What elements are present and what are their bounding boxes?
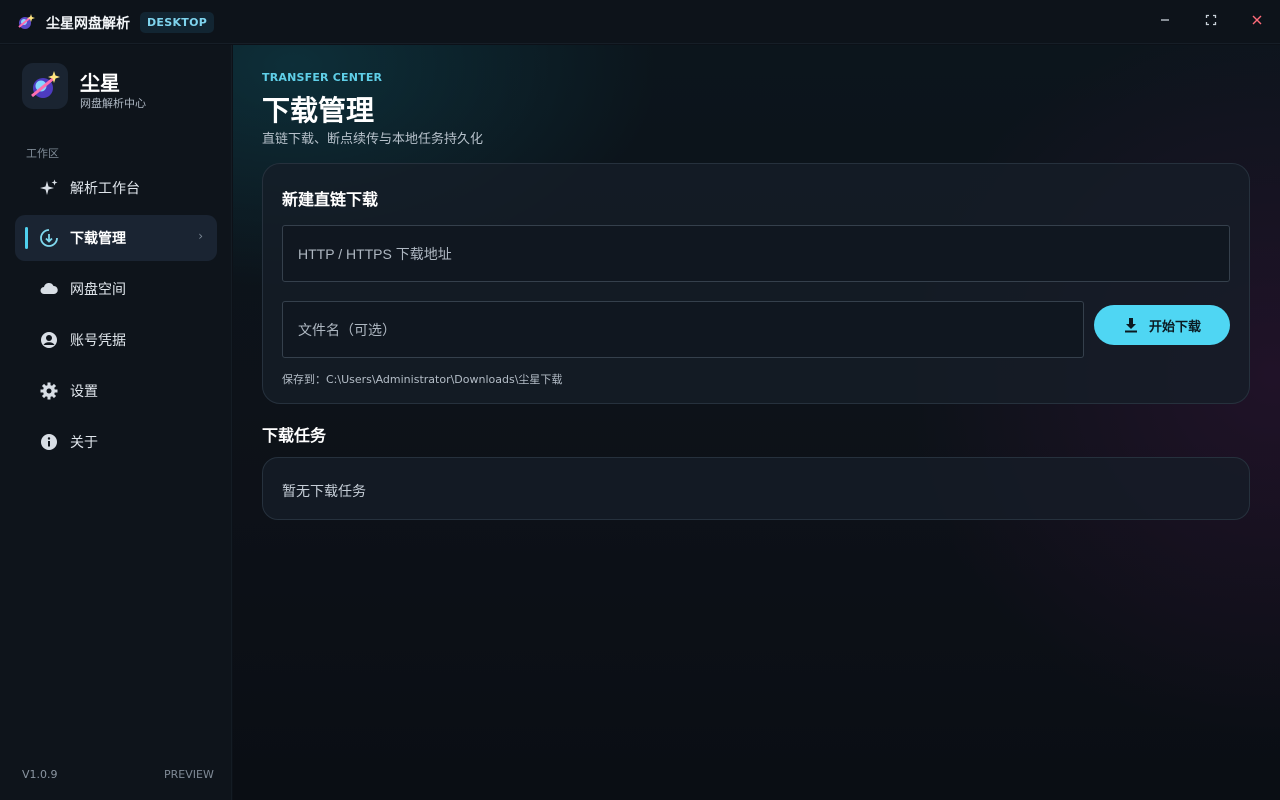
active-indicator xyxy=(25,227,28,249)
sidebar: 尘星 网盘解析中心 工作区 解析工作台 下载管理 › 网盘空间 账号凭据 设置 … xyxy=(0,45,232,800)
sidebar-item-cloud-space[interactable]: 网盘空间 xyxy=(15,266,217,312)
download-circle-icon xyxy=(39,228,59,248)
download-icon xyxy=(1124,318,1137,333)
maximize-icon xyxy=(1205,14,1217,26)
download-tasks-list: 暂无下载任务 xyxy=(262,457,1250,520)
account-icon xyxy=(39,330,59,350)
sidebar-item-settings[interactable]: 设置 xyxy=(15,368,217,414)
sidebar-item-label: 解析工作台 xyxy=(70,181,140,197)
maximize-button[interactable] xyxy=(1199,10,1223,34)
minimize-icon xyxy=(1161,19,1169,21)
sidebar-item-label: 下载管理 xyxy=(70,231,126,247)
page-title: 下载管理 xyxy=(262,94,375,127)
info-icon xyxy=(39,432,59,452)
version-label: V1.0.9 xyxy=(22,768,58,781)
desktop-badge: DESKTOP xyxy=(140,12,215,33)
app-logo-icon xyxy=(18,14,35,29)
page-subtitle: 直链下载、断点续传与本地任务持久化 xyxy=(262,132,484,147)
gear-icon xyxy=(39,381,59,401)
close-button[interactable] xyxy=(1245,10,1269,34)
brand-logo xyxy=(22,63,68,109)
sidebar-item-parse-workbench[interactable]: 解析工作台 xyxy=(15,165,217,211)
save-path-label: 保存到：C:\Users\Administrator\Downloads\尘星下… xyxy=(282,373,563,386)
download-tasks-title: 下载任务 xyxy=(262,426,327,445)
brand-name: 尘星 xyxy=(80,71,120,95)
sidebar-item-label: 设置 xyxy=(70,384,98,400)
sidebar-item-about[interactable]: 关于 xyxy=(15,419,217,465)
close-icon xyxy=(1252,15,1262,25)
minimize-button[interactable] xyxy=(1153,10,1177,34)
url-input[interactable]: HTTP / HTTPS 下载地址 xyxy=(282,225,1230,282)
sidebar-item-label: 账号凭据 xyxy=(70,333,126,349)
filename-input[interactable]: 文件名（可选） xyxy=(282,301,1084,358)
sparkle-icon xyxy=(39,178,59,198)
workspace-section-label: 工作区 xyxy=(26,147,59,160)
main-content: TRANSFER CENTER 下载管理 直链下载、断点续传与本地任务持久化 新… xyxy=(233,45,1280,800)
chevron-right-icon: › xyxy=(198,229,203,243)
page-overline: TRANSFER CENTER xyxy=(262,71,383,84)
app-title: 尘星网盘解析 xyxy=(46,16,130,32)
brand-subtitle: 网盘解析中心 xyxy=(80,97,146,110)
sidebar-item-label: 关于 xyxy=(70,435,98,451)
empty-tasks-text: 暂无下载任务 xyxy=(282,484,366,500)
preview-label: PREVIEW xyxy=(164,768,214,781)
new-download-title: 新建直链下载 xyxy=(282,190,379,209)
brand-logo-icon xyxy=(31,71,60,98)
cloud-icon xyxy=(39,279,59,299)
new-download-card: 新建直链下载 HTTP / HTTPS 下载地址 文件名（可选） 开始下载 保存… xyxy=(262,163,1250,404)
sidebar-item-account-credentials[interactable]: 账号凭据 xyxy=(15,317,217,363)
sidebar-item-download-manager[interactable]: 下载管理 › xyxy=(15,215,217,261)
start-download-label: 开始下载 xyxy=(1148,319,1201,335)
start-download-button[interactable]: 开始下载 xyxy=(1094,305,1230,345)
title-bar: 尘星网盘解析 DESKTOP xyxy=(0,0,1280,44)
sidebar-item-label: 网盘空间 xyxy=(70,282,126,298)
